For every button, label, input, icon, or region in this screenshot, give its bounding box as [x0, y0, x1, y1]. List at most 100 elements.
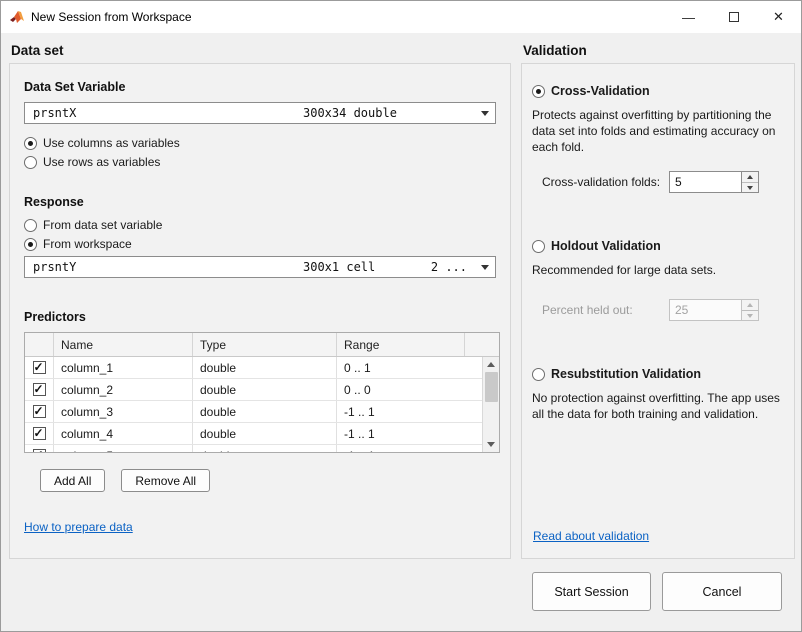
new-session-dialog: New Session from Workspace — ✕ Data set … [0, 0, 802, 632]
cell-type: double [193, 379, 337, 400]
validation-group: Cross-Validation Protects against overfi… [521, 63, 795, 559]
cell-name: column_2 [54, 379, 193, 400]
radio-use-columns[interactable]: Use columns as variables [24, 136, 496, 150]
dataset-group: Data Set Variable prsntX 300x34 double U… [9, 63, 511, 559]
table-row[interactable]: column_5 double -1 .. 1 [25, 445, 499, 453]
cell-range: -1 .. 1 [337, 423, 465, 444]
cell-type: double [193, 401, 337, 422]
stepper-up-icon[interactable] [742, 172, 758, 182]
cell-name: column_5 [54, 445, 193, 453]
predictors-table: Name Type Range column_1 double 0 .. 1 c… [24, 332, 500, 453]
holdout-description: Recommended for large data sets. [532, 263, 784, 279]
start-session-button[interactable]: Start Session [532, 572, 651, 611]
titlebar: New Session from Workspace — ✕ [1, 1, 801, 33]
radio-label: From data set variable [43, 218, 162, 232]
cell-type: double [193, 445, 337, 453]
table-row[interactable]: column_4 double -1 .. 1 [25, 423, 499, 445]
radio-cross-validation[interactable]: Cross-Validation [532, 84, 784, 98]
radio-icon [24, 219, 37, 232]
stepper-down-icon[interactable] [742, 182, 758, 193]
cell-name: column_4 [54, 423, 193, 444]
remove-all-button[interactable]: Remove All [121, 469, 210, 492]
add-all-button[interactable]: Add All [40, 469, 105, 492]
radio-label: Cross-Validation [551, 84, 650, 98]
radio-icon [24, 156, 37, 169]
read-about-validation-link[interactable]: Read about validation [533, 529, 649, 543]
row-checkbox[interactable] [33, 449, 46, 453]
folds-stepper[interactable] [741, 171, 759, 193]
close-button[interactable]: ✕ [756, 1, 801, 33]
percent-stepper[interactable] [741, 299, 759, 321]
row-checkbox[interactable] [33, 405, 46, 418]
radio-icon [532, 85, 545, 98]
dataset-group-title: Data set [11, 43, 64, 58]
minimize-button[interactable]: — [666, 1, 711, 33]
radio-label: From workspace [43, 237, 132, 251]
maximize-icon [729, 12, 739, 22]
radio-icon [532, 368, 545, 381]
header-scrollbar-gap [465, 333, 482, 356]
table-row[interactable]: column_2 double 0 .. 0 [25, 379, 499, 401]
percent-input[interactable] [669, 299, 741, 321]
validation-group-title: Validation [523, 43, 587, 58]
data-set-variable-dropdown[interactable]: prsntX 300x34 double [24, 102, 496, 124]
radio-from-dataset-variable[interactable]: From data set variable [24, 218, 496, 232]
dropdown-arrow-icon [475, 103, 495, 123]
window-title: New Session from Workspace [31, 10, 192, 24]
dropdown-arrow-icon [475, 257, 495, 277]
header-checkbox-column [25, 333, 54, 356]
header-range: Range [337, 333, 465, 356]
header-type: Type [193, 333, 337, 356]
response-classes: 2 ... [431, 260, 467, 274]
table-row[interactable]: column_1 double 0 .. 1 [25, 357, 499, 379]
table-scrollbar[interactable] [482, 357, 499, 452]
radio-icon [24, 137, 37, 150]
row-checkbox[interactable] [33, 361, 46, 374]
radio-icon [24, 238, 37, 251]
radio-holdout-validation[interactable]: Holdout Validation [532, 239, 784, 253]
scrollbar-thumb[interactable] [485, 372, 498, 402]
variable-type: 300x34 double [303, 106, 475, 120]
radio-label: Use columns as variables [43, 136, 180, 150]
minimize-icon: — [682, 10, 695, 25]
cell-type: double [193, 423, 337, 444]
cell-name: column_3 [54, 401, 193, 422]
close-icon: ✕ [773, 9, 784, 25]
how-to-prepare-data-link[interactable]: How to prepare data [24, 520, 133, 534]
table-header: Name Type Range [25, 333, 499, 357]
stepper-down-icon[interactable] [742, 310, 758, 321]
radio-resubstitution-validation[interactable]: Resubstitution Validation [532, 367, 784, 381]
cross-validation-description: Protects against overfitting by partitio… [532, 108, 784, 155]
stepper-up-icon[interactable] [742, 300, 758, 310]
cell-range: 0 .. 0 [337, 379, 465, 400]
cancel-button[interactable]: Cancel [662, 572, 782, 611]
radio-use-rows[interactable]: Use rows as variables [24, 155, 496, 169]
variable-name: prsntX [33, 106, 303, 120]
data-set-variable-label: Data Set Variable [24, 80, 496, 94]
response-name: prsntY [33, 260, 303, 274]
table-row[interactable]: column_3 double -1 .. 1 [25, 401, 499, 423]
percent-row: Percent held out: [532, 299, 784, 321]
folds-label: Cross-validation folds: [542, 175, 669, 189]
cell-range: -1 .. 1 [337, 445, 465, 453]
folds-row: Cross-validation folds: [532, 171, 784, 193]
row-checkbox[interactable] [33, 427, 46, 440]
response-variable-dropdown[interactable]: prsntY 300x1 cell 2 ... [24, 256, 496, 278]
radio-label: Resubstitution Validation [551, 367, 701, 381]
maximize-button[interactable] [711, 1, 756, 33]
percent-label: Percent held out: [542, 303, 669, 317]
row-checkbox[interactable] [33, 383, 46, 396]
radio-icon [532, 240, 545, 253]
radio-from-workspace[interactable]: From workspace [24, 237, 496, 251]
response-label: Response [24, 195, 496, 209]
cell-range: -1 .. 1 [337, 401, 465, 422]
response-type: 300x1 cell [303, 260, 431, 274]
scroll-up-icon[interactable] [483, 357, 500, 372]
matlab-icon [9, 9, 25, 25]
scroll-down-icon[interactable] [483, 437, 500, 452]
cell-type: double [193, 357, 337, 378]
window-controls: — ✕ [666, 1, 801, 33]
resubstitution-description: No protection against overfitting. The a… [532, 391, 784, 423]
radio-label: Holdout Validation [551, 239, 661, 253]
folds-input[interactable] [669, 171, 741, 193]
